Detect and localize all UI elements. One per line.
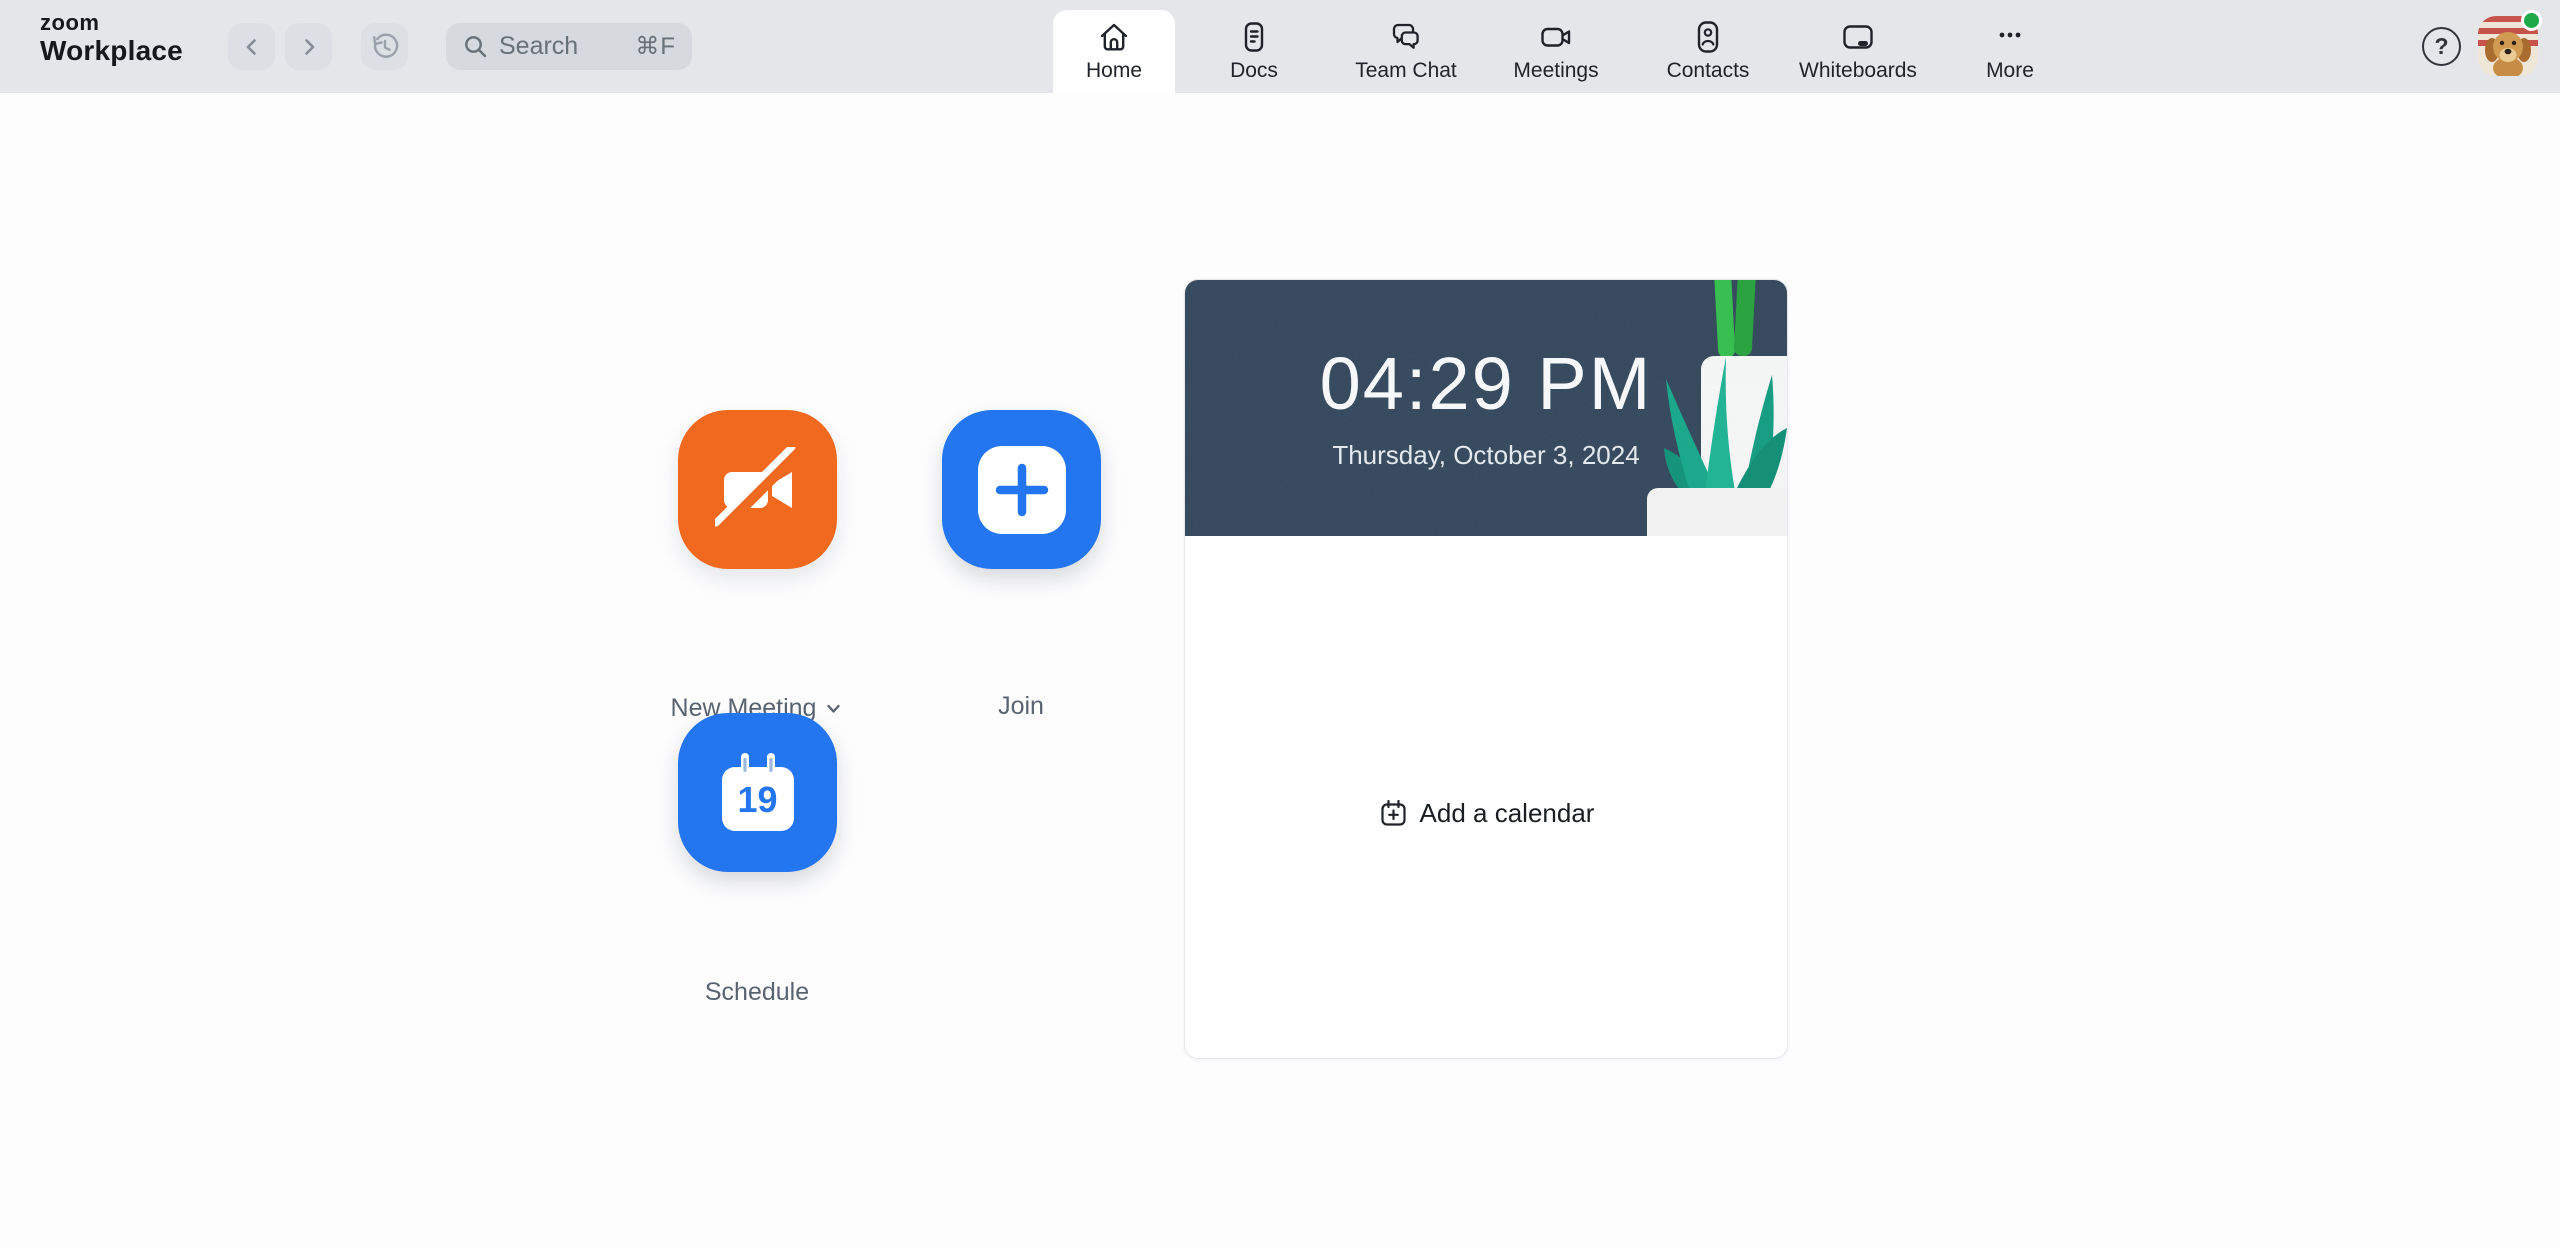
tab-whiteboards-label: Whiteboards: [1799, 59, 1917, 82]
current-time: 04:29 PM: [1319, 342, 1653, 425]
meetings-video-icon: [1537, 17, 1575, 57]
whiteboards-icon: [1839, 17, 1877, 57]
tab-docs-label: Docs: [1230, 59, 1278, 82]
chevron-left-icon: [241, 36, 263, 58]
tab-docs[interactable]: Docs: [1179, 10, 1329, 94]
chevron-down-icon[interactable]: [824, 699, 843, 718]
add-calendar-button[interactable]: Add a calendar: [1185, 798, 1787, 829]
tab-meetings-label: Meetings: [1513, 59, 1599, 82]
new-meeting-button[interactable]: [678, 410, 837, 569]
calendar-card: 04:29 PM Thursday, October 3, 2024 Add a…: [1184, 279, 1788, 1059]
brand-zoom: zoom: [40, 10, 100, 35]
tab-home[interactable]: Home: [1053, 10, 1175, 94]
history-icon: [368, 30, 402, 64]
forward-button[interactable]: [285, 23, 332, 70]
home-icon: [1095, 17, 1133, 57]
calendar-card-header: 04:29 PM Thursday, October 3, 2024: [1185, 280, 1787, 536]
user-avatar[interactable]: [2478, 10, 2542, 76]
back-button[interactable]: [228, 23, 275, 70]
tab-contacts[interactable]: Contacts: [1633, 10, 1783, 94]
tab-home-label: Home: [1085, 59, 1143, 82]
search-input[interactable]: Search ⌘F: [446, 23, 692, 70]
team-chat-icon: [1387, 17, 1425, 57]
calendar-plus-icon: [1378, 798, 1409, 829]
help-button[interactable]: ?: [2422, 27, 2461, 66]
tab-team-chat-label: Team Chat: [1355, 59, 1457, 82]
tab-contacts-label: Contacts: [1666, 59, 1750, 82]
join-button[interactable]: [942, 410, 1101, 569]
zoom-workplace-logo: zoom Workplace: [40, 12, 183, 65]
more-ellipsis-icon: [1991, 17, 2029, 57]
tab-meetings[interactable]: Meetings: [1481, 10, 1631, 94]
schedule-button[interactable]: 19: [678, 713, 837, 872]
join-label: Join: [998, 692, 1044, 720]
plus-icon: [976, 444, 1068, 536]
history-button[interactable]: [361, 23, 408, 70]
brand-workplace: Workplace: [40, 35, 183, 66]
calendar-day-number: 19: [737, 778, 778, 820]
calendar-icon: 19: [712, 747, 804, 839]
current-date: Thursday, October 3, 2024: [1332, 440, 1640, 470]
clock-block: 04:29 PM Thursday, October 3, 2024: [1185, 280, 1787, 536]
search-shortcut: ⌘F: [635, 33, 676, 60]
question-mark-icon: ?: [2434, 33, 2449, 59]
home-content: New Meeting Join 19 Schedule 04:29 PM Th…: [0, 93, 2560, 1248]
schedule-label: Schedule: [704, 978, 810, 1006]
tab-more-label: More: [1986, 59, 2034, 82]
video-off-icon: [714, 446, 801, 533]
docs-icon: [1235, 17, 1273, 57]
search-placeholder: Search: [499, 32, 579, 60]
add-calendar-label: Add a calendar: [1419, 798, 1595, 828]
tab-more[interactable]: More: [1935, 10, 2085, 94]
tab-whiteboards[interactable]: Whiteboards: [1783, 10, 1933, 94]
zoom-workplace-window: zoom Workplace Search ⌘F Home Docs Team …: [0, 0, 2560, 1248]
contacts-icon: [1689, 17, 1727, 57]
tab-team-chat[interactable]: Team Chat: [1331, 10, 1481, 94]
online-status-badge: [2521, 10, 2542, 31]
chevron-right-icon: [298, 36, 320, 58]
top-bar: zoom Workplace Search ⌘F Home Docs Team …: [0, 0, 2560, 94]
search-icon: [462, 33, 489, 60]
